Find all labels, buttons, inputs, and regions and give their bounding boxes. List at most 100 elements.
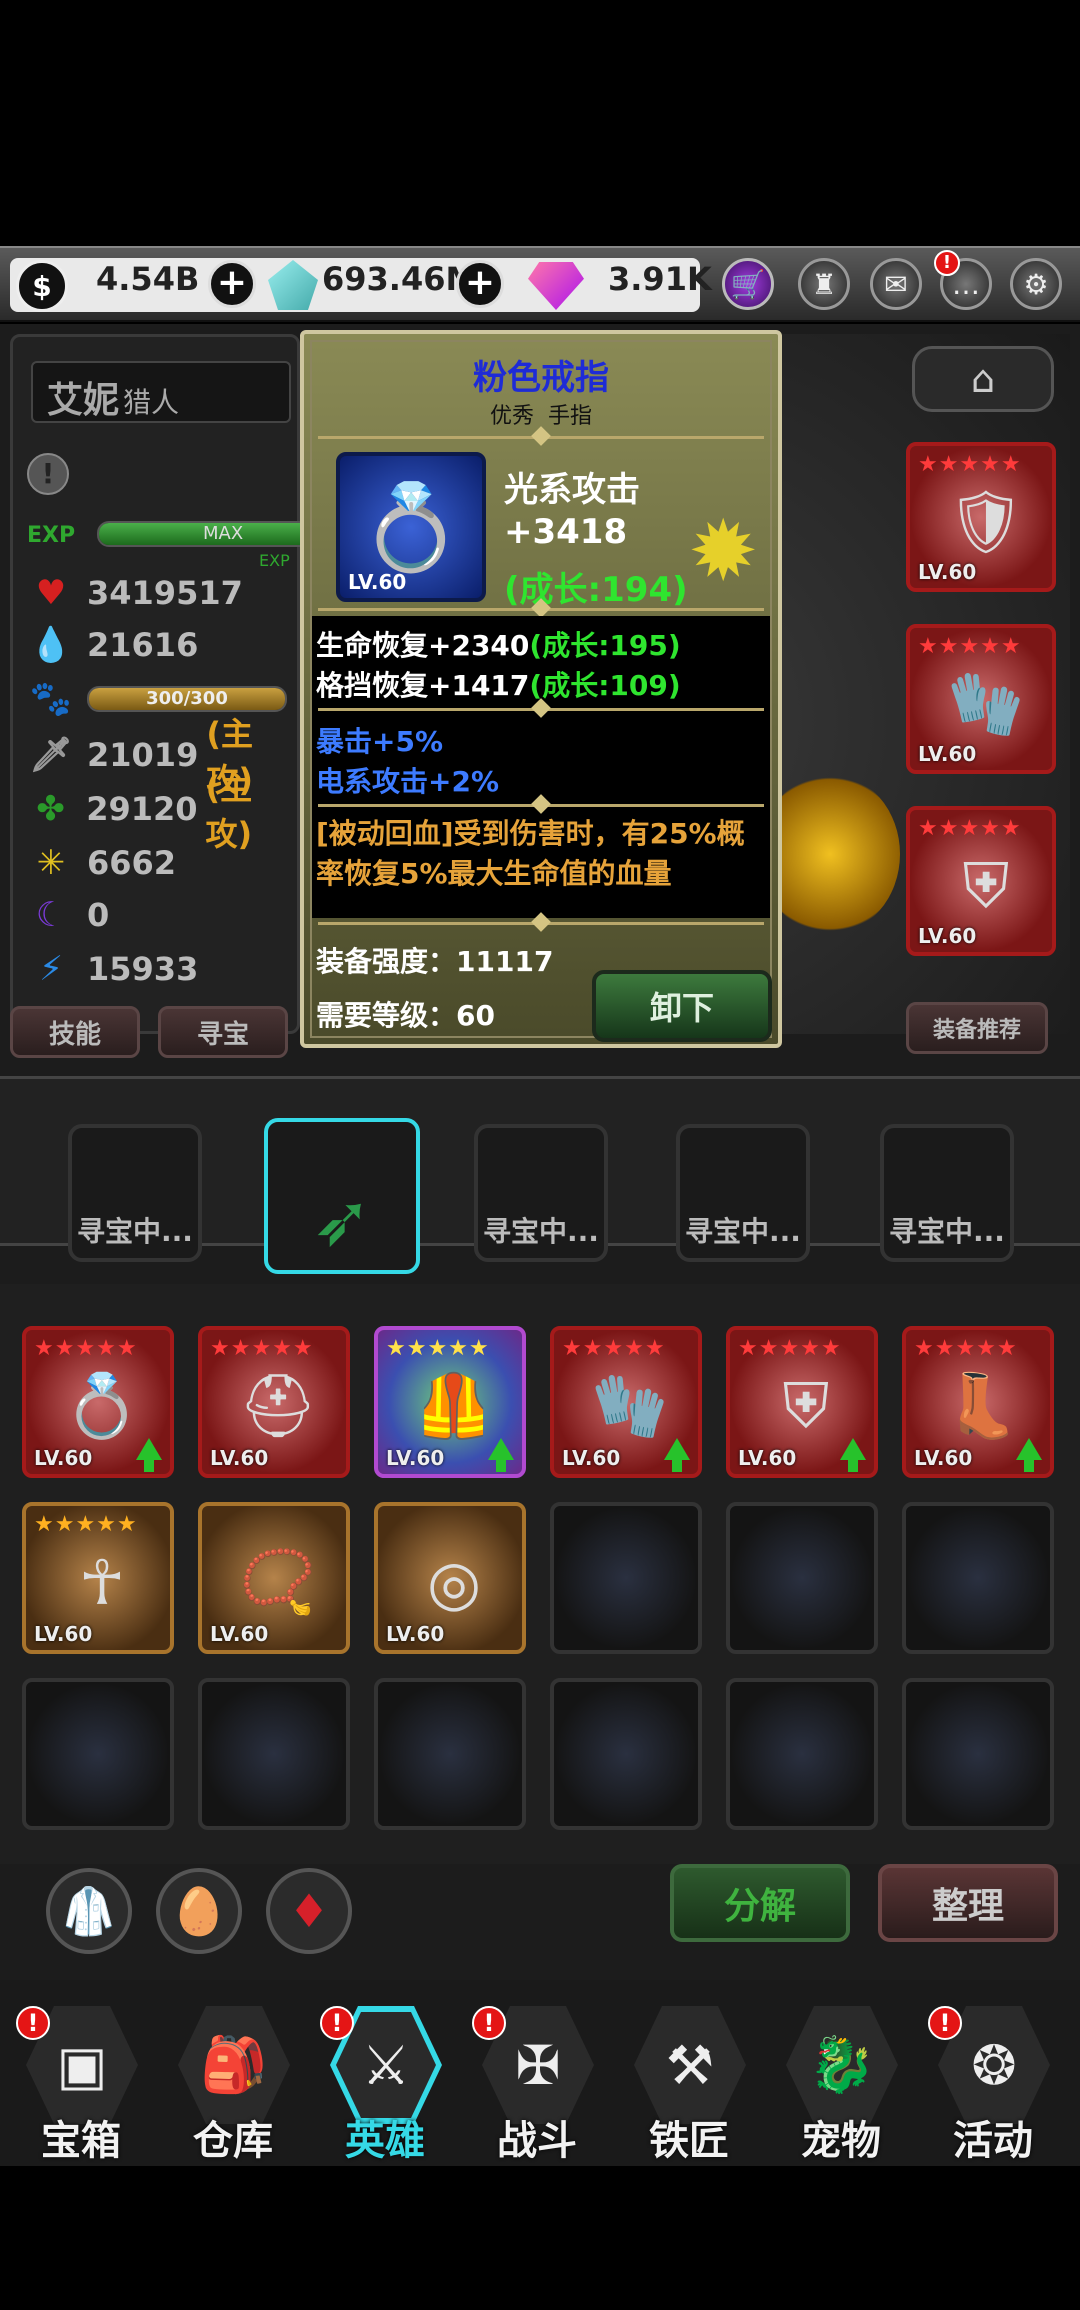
empty-slot[interactable] [198, 1678, 350, 1830]
item-level: LV.60 [386, 1446, 445, 1470]
sun-icon: ✳ [36, 843, 66, 883]
inventory-item-gloves[interactable]: ★★★★★ 🧤 LV.60 [550, 1326, 702, 1478]
item-level: LV.60 [918, 560, 977, 584]
shield-icon: ⛨ [782, 1369, 830, 1442]
physical-attack-value: 21019 [87, 736, 199, 774]
heart-icon: ♥ [35, 573, 67, 613]
add-crystal-button[interactable]: + [456, 260, 504, 308]
settings-gear-icon[interactable]: ⚙ [1010, 258, 1062, 310]
nav-battle[interactable]: ✠ 战斗! [472, 2006, 602, 2164]
inventory-item-boots[interactable]: ★★★★★ 👢 LV.60 [902, 1326, 1054, 1478]
inventory-item-helmet[interactable]: ★★★★★ ⛑ LV.60 [198, 1326, 350, 1478]
dark-attack-stat: ☾ 0 [31, 893, 110, 937]
nav-label: 英雄 [345, 2118, 425, 2164]
inventory-item-necklace[interactable]: 📿 LV.60 [198, 1502, 350, 1654]
gold-coin-icon: $ [16, 260, 68, 312]
arrange-button[interactable]: 整理 [878, 1864, 1058, 1942]
rarity-stars: ★★★★★ [918, 816, 1022, 841]
nav-pet[interactable]: 🐉 宠物 [776, 2006, 906, 2164]
item-level: LV.60 [34, 1446, 93, 1470]
inventory-item-amulet[interactable]: ★★★★★ ☥ LV.60 [22, 1502, 174, 1654]
hunt-slot-4[interactable]: 寻宝中... [676, 1124, 810, 1262]
item-level: LV.60 [738, 1446, 797, 1470]
gloves-icon: 🧤 [591, 1369, 669, 1442]
sub-stat-1: 生命恢复+2340(成长:195) [316, 624, 681, 664]
filter-gem-icon[interactable]: ♦ [266, 1868, 352, 1954]
inventory-item-ring[interactable]: ★★★★★ 💍 LV.60 [22, 1326, 174, 1478]
empty-slot[interactable] [374, 1678, 526, 1830]
shield-icon: ⛨ [962, 849, 1010, 922]
empty-slot[interactable] [22, 1678, 174, 1830]
item-level: LV.60 [386, 1622, 445, 1646]
unequip-button[interactable]: 卸下 [592, 970, 772, 1042]
inventory-item-round-shield[interactable]: ◎ LV.60 [374, 1502, 526, 1654]
clover-icon: ✤ [36, 789, 65, 829]
tooltip-frame: 粉色戒指 优秀 手指 💍 LV.60 光系攻击 +3418 (成长:194) ✹… [310, 340, 772, 1042]
skill-button[interactable]: 技能 [10, 1006, 140, 1058]
ring-icon: 💍 [63, 1369, 141, 1442]
hunt-slot-1[interactable]: 寻宝中... [68, 1124, 202, 1262]
shop-cart-icon[interactable]: 🛒 [722, 258, 774, 310]
nav-label: 活动 [953, 2118, 1033, 2164]
upgrade-arrow-icon [136, 1438, 162, 1472]
add-gold-button[interactable]: + [208, 260, 256, 308]
equip-recommend-button[interactable]: 装备推荐 [906, 1002, 1048, 1054]
game-screen: $ 4.54B + 693.46M + 3.91K 🛒 ♜ ✉ … ! ⚙ 艾妮… [0, 0, 1080, 2310]
sword-icon: 🗡 [29, 735, 73, 775]
boots-icon: 👢 [943, 1369, 1021, 1442]
sub-stat-2-text: 格挡恢复+1417 [316, 669, 530, 702]
hunt-slot-3[interactable]: 寻宝中... [474, 1124, 608, 1262]
mail-icon[interactable]: ✉ [870, 258, 922, 310]
side-equip-armor[interactable]: ★★★★★ 🛡 LV.60 [906, 442, 1056, 592]
inventory-item-armor[interactable]: ★★★★★ 🦺 LV.60 [374, 1326, 526, 1478]
rarity-stars: ★★★★★ [210, 1336, 314, 1361]
nav-warehouse[interactable]: 🎒 仓库 [168, 2006, 298, 2164]
nav-blacksmith[interactable]: ⚒ 铁匠 [624, 2006, 754, 2164]
rarity-stars: ★★★★★ [918, 452, 1022, 477]
chest-toggle-icon[interactable]: ⌂ [912, 346, 1054, 412]
alert-badge: ! [16, 2006, 50, 2040]
amulet-icon: ☥ [78, 1545, 126, 1619]
empty-slot[interactable] [902, 1678, 1054, 1830]
passive-skill-text: [被动回血]受到伤害时，有25%概率恢复5%最大生命值的血量 [316, 817, 745, 890]
filter-egg-icon[interactable]: 🥚 [156, 1868, 242, 1954]
trophy-icon[interactable]: ♜ [798, 258, 850, 310]
chat-alert-badge: ! [934, 250, 960, 276]
side-equip-gloves[interactable]: ★★★★★ 🧤 LV.60 [906, 624, 1056, 774]
filter-armor-icon[interactable]: 🥼 [46, 1868, 132, 1954]
side-equip-shield[interactable]: ★★★★★ ⛨ LV.60 [906, 806, 1056, 956]
treasure-hunt-button[interactable]: 寻宝 [158, 1006, 288, 1058]
inventory-item-shield[interactable]: ★★★★★ ⛨ LV.60 [726, 1326, 878, 1478]
info-icon[interactable]: ! [27, 453, 69, 495]
nav-chest[interactable]: ▣ 宝箱! [16, 2006, 146, 2164]
empty-slot[interactable] [550, 1678, 702, 1830]
empty-slot[interactable] [726, 1678, 878, 1830]
gem-amount: 3.91K [608, 260, 712, 298]
nav-events[interactable]: ❂ 活动! [928, 2006, 1058, 2164]
upgrade-arrow-icon [840, 1438, 866, 1472]
decompose-button[interactable]: 分解 [670, 1864, 850, 1942]
empty-slot[interactable] [902, 1502, 1054, 1654]
upgrade-arrow-icon [1016, 1438, 1042, 1472]
equip-power-label: 装备强度： [316, 945, 457, 978]
main-attack-tag: (主攻) [205, 769, 253, 853]
empty-slot[interactable] [550, 1502, 702, 1654]
alert-badge: ! [320, 2006, 354, 2040]
necklace-icon: 📿 [239, 1545, 317, 1618]
upgrade-arrow-icon [488, 1438, 514, 1472]
nav-hero-active[interactable]: ⚔ 英雄! [320, 2006, 450, 2164]
hunt-slot-5[interactable]: 寻宝中... [880, 1124, 1014, 1262]
empty-slot[interactable] [726, 1502, 878, 1654]
required-level-label: 需要等级： [316, 999, 457, 1032]
backpack-icon: 🎒 [178, 2006, 290, 2124]
pet-bar-text: 300/300 [146, 688, 228, 709]
hunt-slot-2-selected[interactable]: ➶ [264, 1118, 420, 1274]
round-shield-icon: ◎ [426, 1545, 482, 1619]
rarity-stars: ★★★★★ [34, 1512, 138, 1537]
item-level: LV.60 [914, 1446, 973, 1470]
nav-label: 宝箱 [41, 2118, 121, 2164]
item-level: LV.60 [210, 1622, 269, 1646]
bottom-navigation: ▣ 宝箱! 🎒 仓库 ⚔ 英雄! ✠ 战斗! ⚒ 铁匠 🐉 宠物 ❂ 活动! [0, 1980, 1080, 2166]
bonus-stat-1: 暴击+5% [316, 725, 443, 758]
hero-name: 艾妮 [47, 380, 120, 421]
